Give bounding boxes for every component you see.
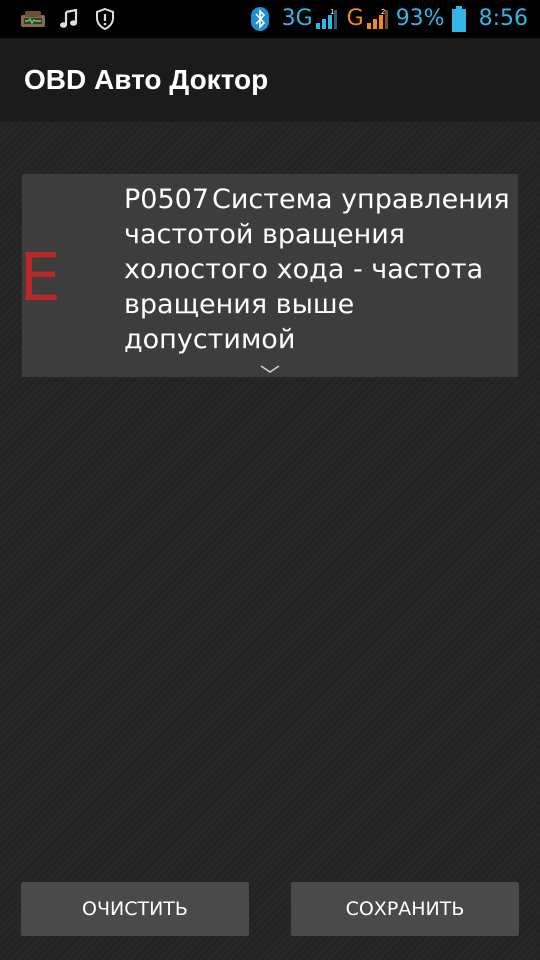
bluetooth-icon [250,7,270,31]
signal-strength-icon-2: 2 [366,8,388,30]
network-type-3g: 3G [281,6,313,31]
save-button[interactable]: СОХРАНИТЬ [291,882,519,936]
clear-button[interactable]: ОЧИСТИТЬ [21,882,249,936]
signal-strength-icon: 1 [315,8,337,30]
shield-icon [94,8,116,30]
status-bar: 3G 1 G 2 93% 8:56 [0,0,540,38]
error-code: P0507 [124,184,209,215]
battery-icon [451,6,467,32]
network-type-g: G [346,6,364,31]
error-description: P0507 Система управления частотой вращени… [124,182,514,357]
app-title: OBD Авто Доктор [24,64,269,95]
music-note-icon [58,8,80,30]
error-list-item[interactable]: P0507 Система управления частотой вращени… [22,174,518,377]
action-bar: OBD Авто Доктор [0,38,540,122]
clock: 8:56 [478,6,528,31]
svg-text:2: 2 [381,8,385,16]
car-notification-icon [20,8,46,30]
chevron-down-icon[interactable] [259,360,281,373]
svg-text:1: 1 [330,8,334,16]
severity-indicator: E [19,239,61,316]
battery-percent: 93% [395,6,445,31]
status-bar-indicators: 3G 1 G 2 93% 8:56 [250,0,528,38]
